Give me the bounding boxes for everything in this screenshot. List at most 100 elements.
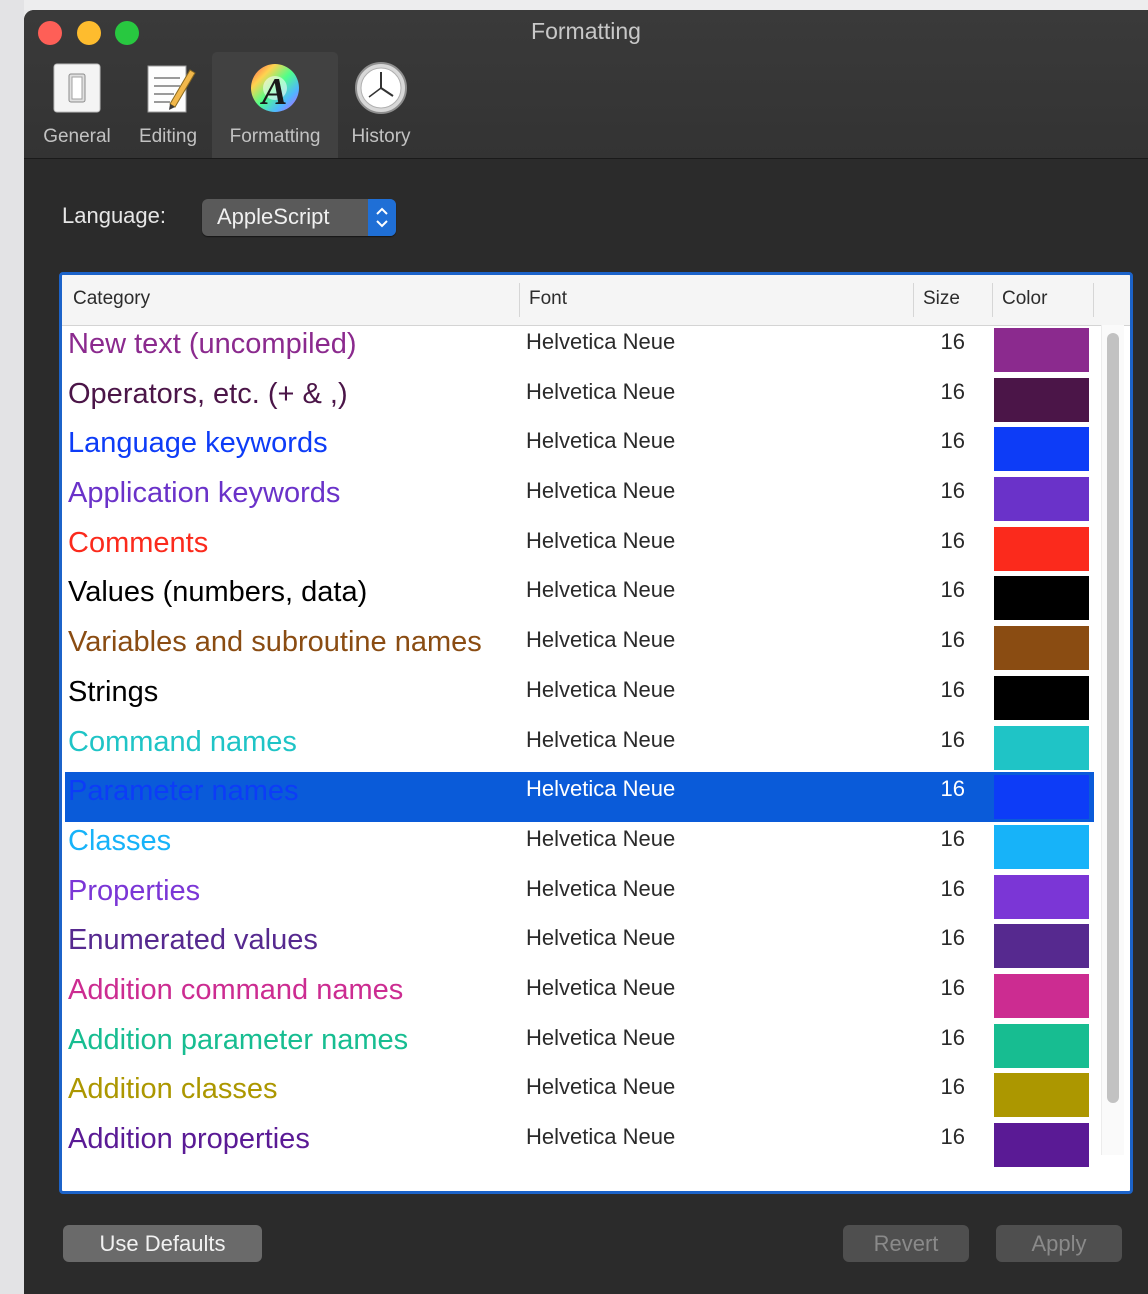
tab-editing[interactable]: Editing xyxy=(128,52,208,158)
size-cell[interactable]: 16 xyxy=(935,727,965,753)
table-row[interactable]: Operators, etc. (+ & ,) Helvetica Neue 16 xyxy=(65,375,1094,425)
table-row[interactable]: Application keywords Helvetica Neue 16 xyxy=(65,474,1094,524)
scrollbar-thumb[interactable] xyxy=(1107,333,1119,1103)
size-cell[interactable]: 16 xyxy=(935,677,965,703)
apply-button[interactable]: Apply xyxy=(996,1225,1122,1262)
font-cell[interactable]: Helvetica Neue xyxy=(526,727,675,753)
color-swatch[interactable] xyxy=(994,924,1089,969)
color-swatch[interactable] xyxy=(994,526,1089,571)
color-swatch[interactable] xyxy=(994,874,1089,919)
font-cell[interactable]: Helvetica Neue xyxy=(526,379,675,405)
use-defaults-button[interactable]: Use Defaults xyxy=(63,1225,262,1262)
color-swatch[interactable] xyxy=(994,576,1089,621)
table-row[interactable]: Enumerated values Helvetica Neue 16 xyxy=(65,921,1094,971)
category-cell: New text (uncompiled) xyxy=(68,328,357,360)
color-swatch[interactable] xyxy=(994,427,1089,472)
desktop-background xyxy=(0,0,24,1294)
font-cell[interactable]: Helvetica Neue xyxy=(526,577,675,603)
desktop-background-top xyxy=(24,0,1148,10)
color-swatch[interactable] xyxy=(994,1023,1089,1068)
language-label: Language: xyxy=(62,203,166,228)
category-cell: Application keywords xyxy=(68,477,341,510)
column-divider[interactable] xyxy=(519,283,520,317)
font-cell[interactable]: Helvetica Neue xyxy=(526,677,675,703)
tab-general-label: General xyxy=(43,126,111,147)
table-row[interactable]: New text (uncompiled) Helvetica Neue 16 xyxy=(65,325,1094,375)
table-row[interactable]: Addition command names Helvetica Neue 16 xyxy=(65,971,1094,1021)
revert-button[interactable]: Revert xyxy=(843,1225,969,1262)
size-cell[interactable]: 16 xyxy=(935,975,965,1001)
table-row[interactable]: Addition classes Helvetica Neue 16 xyxy=(65,1070,1094,1120)
color-swatch[interactable] xyxy=(994,675,1089,720)
language-popup-button[interactable]: AppleScript xyxy=(202,199,396,236)
size-cell[interactable]: 16 xyxy=(935,428,965,454)
size-cell[interactable]: 16 xyxy=(935,627,965,653)
table-row[interactable]: Strings Helvetica Neue 16 xyxy=(65,673,1094,723)
font-cell[interactable]: Helvetica Neue xyxy=(526,1074,675,1100)
font-cell[interactable]: Helvetica Neue xyxy=(526,1124,675,1150)
font-cell[interactable]: Helvetica Neue xyxy=(526,627,675,653)
size-cell[interactable]: 16 xyxy=(935,528,965,554)
tab-editing-label: Editing xyxy=(138,126,198,147)
table-row[interactable]: Classes Helvetica Neue 16 xyxy=(65,822,1094,872)
color-swatch[interactable] xyxy=(994,824,1089,869)
table-row[interactable]: Values (numbers, data) Helvetica Neue 16 xyxy=(65,573,1094,623)
table-row[interactable]: Language keywords Helvetica Neue 16 xyxy=(65,424,1094,474)
font-cell[interactable]: Helvetica Neue xyxy=(526,329,675,355)
size-cell[interactable]: 16 xyxy=(935,379,965,405)
size-cell[interactable]: 16 xyxy=(935,478,965,504)
size-cell[interactable]: 16 xyxy=(935,826,965,852)
popup-arrows-icon xyxy=(368,199,396,236)
font-cell[interactable]: Helvetica Neue xyxy=(526,1025,675,1051)
color-swatch[interactable] xyxy=(994,1073,1089,1118)
size-cell[interactable]: 16 xyxy=(935,876,965,902)
title-bar: Formatting General Editing A Formatting … xyxy=(24,10,1148,159)
color-swatch[interactable] xyxy=(994,973,1089,1018)
table-row[interactable]: Comments Helvetica Neue 16 xyxy=(65,524,1094,574)
font-cell[interactable]: Helvetica Neue xyxy=(526,876,675,902)
column-header-size[interactable]: Size xyxy=(923,288,960,310)
column-header-font[interactable]: Font xyxy=(529,288,567,310)
table-row[interactable]: Command names Helvetica Neue 16 xyxy=(65,723,1094,773)
size-cell[interactable]: 16 xyxy=(935,776,965,802)
table-row[interactable]: Variables and subroutine names Helvetica … xyxy=(65,623,1094,673)
font-cell[interactable]: Helvetica Neue xyxy=(526,528,675,554)
color-swatch[interactable] xyxy=(994,775,1089,820)
size-cell[interactable]: 16 xyxy=(935,1074,965,1100)
font-cell[interactable]: Helvetica Neue xyxy=(526,776,675,802)
font-cell[interactable]: Helvetica Neue xyxy=(526,428,675,454)
column-header-color[interactable]: Color xyxy=(1002,288,1047,310)
color-swatch[interactable] xyxy=(994,1123,1089,1167)
color-swatch[interactable] xyxy=(994,377,1089,422)
category-cell: Classes xyxy=(68,824,172,857)
language-selected-value: AppleScript xyxy=(217,204,330,229)
vertical-scrollbar[interactable] xyxy=(1101,325,1124,1155)
color-swatch[interactable] xyxy=(994,477,1089,522)
font-cell[interactable]: Helvetica Neue xyxy=(526,826,675,852)
tab-history[interactable]: History xyxy=(342,52,420,158)
font-cell[interactable]: Helvetica Neue xyxy=(526,975,675,1001)
category-cell: Parameter names xyxy=(68,775,299,808)
font-cell[interactable]: Helvetica Neue xyxy=(526,478,675,504)
size-cell[interactable]: 16 xyxy=(935,1124,965,1150)
column-divider[interactable] xyxy=(992,283,993,317)
color-swatch[interactable] xyxy=(994,725,1089,770)
size-cell[interactable]: 16 xyxy=(935,577,965,603)
column-header-category[interactable]: Category xyxy=(73,288,150,310)
color-swatch[interactable] xyxy=(994,626,1089,671)
column-divider[interactable] xyxy=(913,283,914,317)
tab-formatting[interactable]: A Formatting xyxy=(212,52,338,158)
font-cell[interactable]: Helvetica Neue xyxy=(526,925,675,951)
tab-general[interactable]: General xyxy=(34,52,120,158)
table-row[interactable]: Addition properties Helvetica Neue 16 xyxy=(65,1120,1094,1170)
table-row[interactable]: Parameter names Helvetica Neue 16 xyxy=(65,772,1094,822)
size-cell[interactable]: 16 xyxy=(935,329,965,355)
size-cell[interactable]: 16 xyxy=(935,925,965,951)
notepad-pencil-icon xyxy=(147,65,196,113)
size-cell[interactable]: 16 xyxy=(935,1025,965,1051)
category-cell: Addition command names xyxy=(68,973,404,1006)
table-row[interactable]: Addition parameter names Helvetica Neue 16 xyxy=(65,1021,1094,1071)
formatting-table[interactable]: Category Font Size Color New text (uncom… xyxy=(59,272,1133,1194)
table-row[interactable]: Properties Helvetica Neue 16 xyxy=(65,872,1094,922)
color-swatch[interactable] xyxy=(994,328,1089,372)
